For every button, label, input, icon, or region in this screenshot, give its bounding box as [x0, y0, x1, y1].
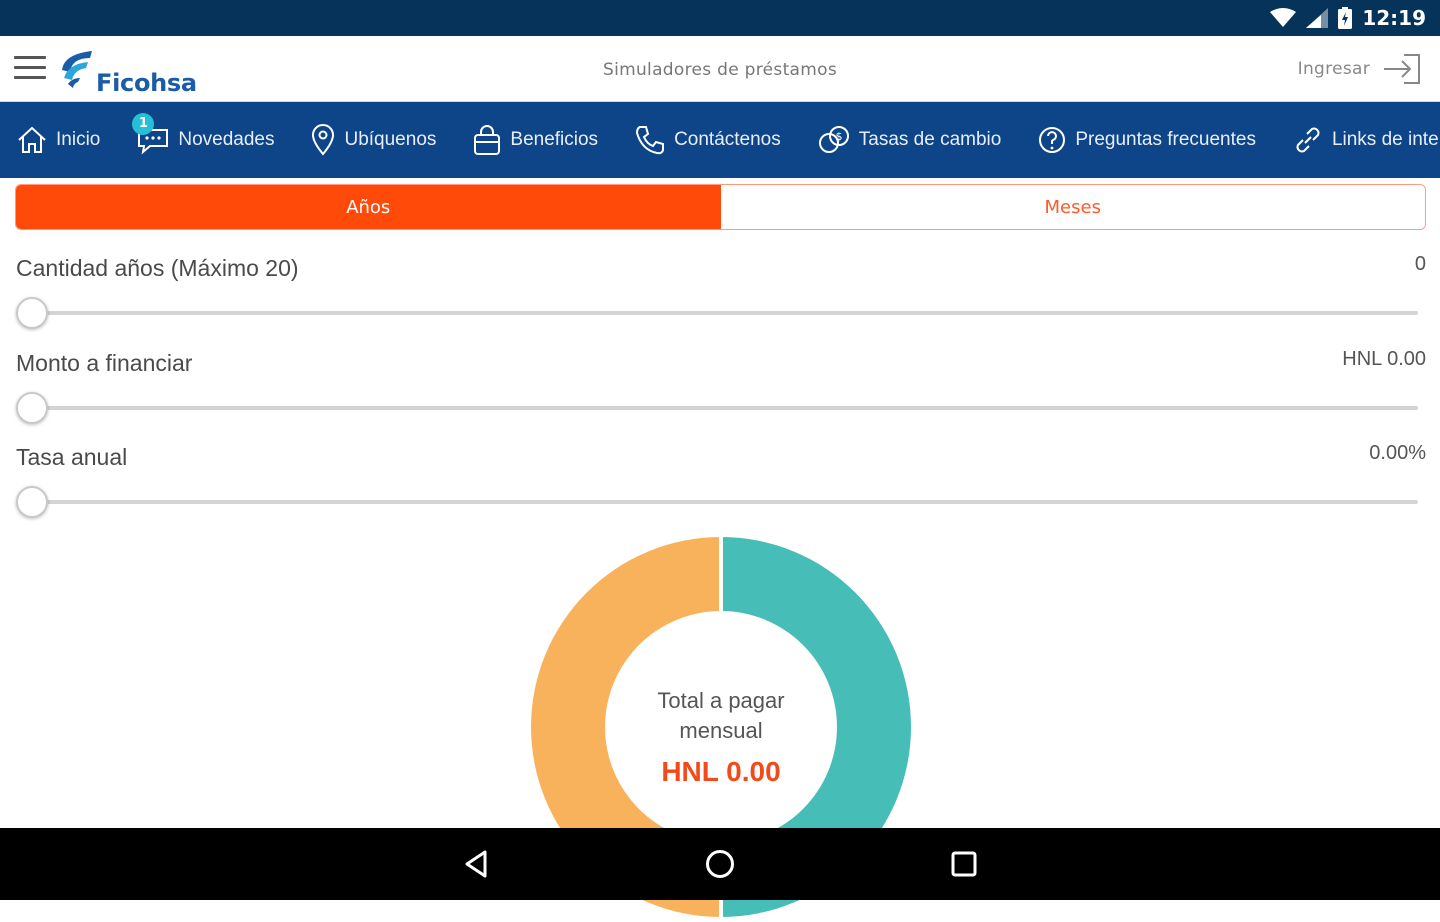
nav-label: Tasas de cambio	[858, 129, 1002, 150]
nav-label: Links de inte	[1331, 129, 1439, 150]
summary-title-line1: Total a pagar	[657, 688, 785, 713]
nav-item-links-de-interes[interactable]: Links de inte	[1292, 124, 1439, 156]
hamburger-menu-icon[interactable]	[14, 56, 46, 82]
donut-center-summary: Total a pagar mensual HNL 0.00	[530, 686, 912, 788]
system-navigation-bar	[0, 828, 1440, 900]
home-circle-icon	[706, 850, 734, 878]
home-button[interactable]	[698, 842, 742, 886]
amount-slider-group: Monto a financiar HNL 0.00	[16, 348, 1426, 430]
period-segmented-control: Años Meses	[15, 184, 1426, 230]
login-button[interactable]: Ingresar	[1298, 52, 1422, 86]
amount-slider-label: Monto a financiar	[16, 350, 193, 376]
nav-item-preguntas-frecuentes[interactable]: Preguntas frecuentes	[1037, 125, 1256, 155]
logo-text: Ficohsa	[96, 69, 197, 97]
login-icon	[1384, 54, 1420, 84]
amount-slider-thumb[interactable]	[16, 392, 48, 424]
clock: 12:19	[1362, 6, 1426, 30]
nav-label: Contáctenos	[674, 129, 781, 150]
nav-item-beneficios[interactable]: Beneficios	[472, 124, 598, 156]
recents-square-icon	[951, 851, 977, 877]
nav-item-novedades[interactable]: 1 Novedades	[132, 113, 275, 155]
monthly-total-amount: HNL 0.00	[661, 756, 781, 787]
years-slider-label: Cantidad años (Máximo 20)	[16, 255, 299, 281]
nav-label: Preguntas frecuentes	[1075, 129, 1256, 150]
tab-months[interactable]: Meses	[720, 185, 1425, 229]
years-slider-group: Cantidad años (Máximo 20) 0	[16, 253, 1426, 335]
bag-icon	[474, 125, 501, 155]
rate-slider-thumb[interactable]	[16, 486, 48, 518]
home-icon	[18, 126, 46, 153]
tab-years[interactable]: Años	[16, 185, 721, 229]
phone-icon	[636, 126, 665, 155]
rate-slider-value: 0.00%	[1369, 442, 1426, 464]
nav-item-inicio[interactable]: Inicio	[16, 125, 100, 155]
location-pin-icon	[312, 124, 335, 156]
amount-slider-value: HNL 0.00	[1342, 348, 1426, 370]
battery-icon	[1338, 7, 1353, 29]
cell-signal-icon	[1306, 8, 1329, 28]
app-header: Ficohsa Simuladores de préstamos Ingresa…	[0, 36, 1440, 102]
rate-slider-label: Tasa anual	[16, 444, 128, 470]
link-icon	[1296, 127, 1320, 153]
recents-button[interactable]	[942, 842, 986, 886]
ficohsa-logo-mark-icon	[62, 51, 92, 88]
years-slider-track[interactable]	[32, 311, 1418, 315]
question-icon	[1039, 127, 1066, 153]
back-triangle-icon	[465, 850, 487, 878]
years-slider-thumb[interactable]	[16, 297, 48, 329]
svg-text:$: $	[835, 130, 842, 143]
nav-label: Inicio	[56, 129, 101, 150]
back-button[interactable]	[454, 842, 498, 886]
rate-slider-group: Tasa anual 0.00%	[16, 442, 1426, 524]
nav-label: Beneficios	[510, 129, 599, 150]
wifi-icon	[1270, 8, 1297, 27]
login-label: Ingresar	[1297, 59, 1370, 79]
main-navigation: Inicio 1 Novedades Ubíquenos Beneficios …	[0, 102, 1440, 178]
rate-slider-track[interactable]	[32, 500, 1418, 504]
nav-item-contactenos[interactable]: Contáctenos	[634, 124, 781, 156]
nav-item-ubiquenos[interactable]: Ubíquenos	[310, 124, 436, 156]
years-slider-value: 0	[1414, 253, 1426, 275]
nav-item-tasas-de-cambio[interactable]: $ Tasas de cambio	[817, 124, 1002, 156]
amount-slider-track[interactable]	[32, 406, 1418, 410]
page-title: Simuladores de préstamos	[603, 60, 837, 80]
summary-title-line2: mensual	[679, 718, 763, 743]
nav-label: Novedades	[178, 129, 275, 150]
exchange-icon: $	[818, 126, 849, 153]
nav-label: Ubíquenos	[344, 129, 437, 150]
status-bar: 12:19	[0, 0, 1440, 36]
ficohsa-logo[interactable]: Ficohsa	[58, 46, 197, 96]
